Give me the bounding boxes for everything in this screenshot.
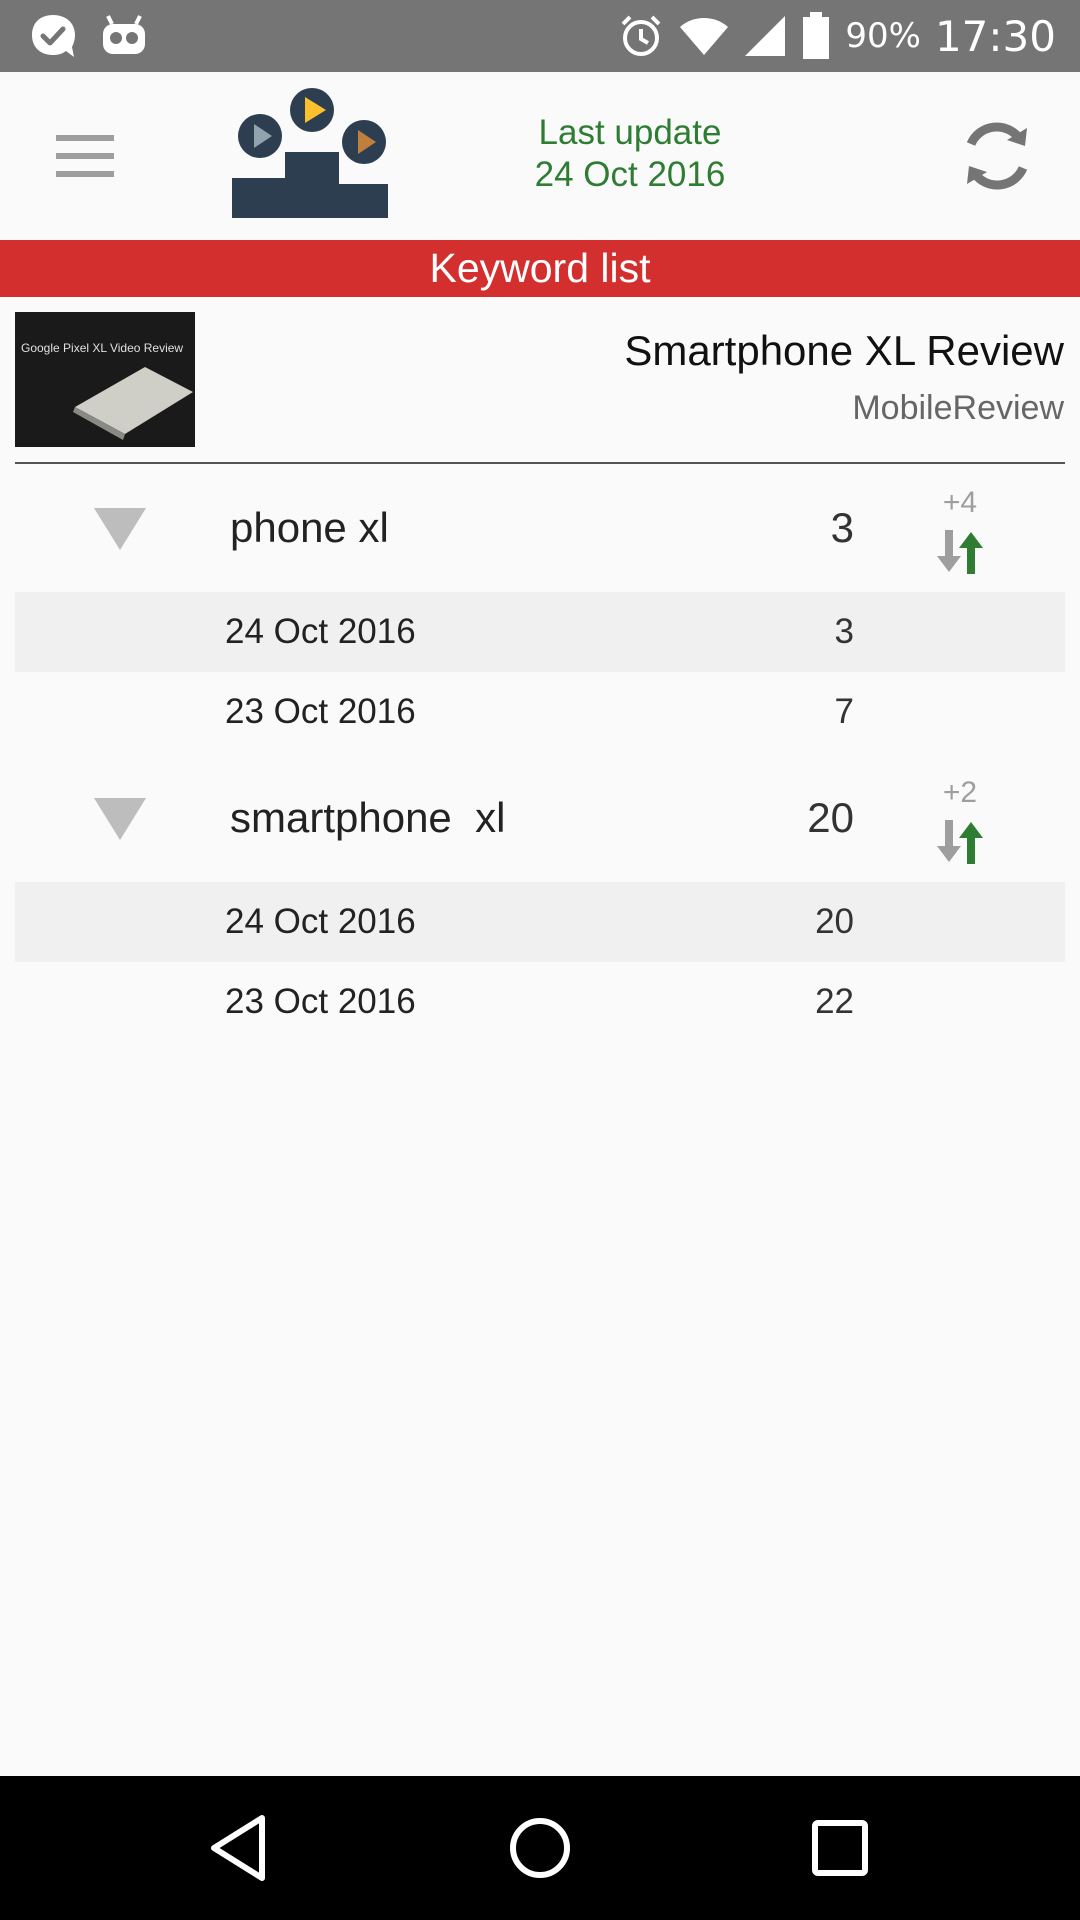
sort-up-arrows-icon: [937, 530, 983, 574]
signal-icon: [745, 16, 786, 56]
history-rank: 7: [834, 692, 854, 731]
battery-percentage: 90%: [845, 16, 921, 56]
android-debug-icon: [103, 15, 145, 54]
status-bar-system: 90% 17:30: [617, 0, 1056, 72]
history-row: 23 Oct 2016 7: [0, 672, 1080, 752]
menu-icon-bar: [56, 171, 114, 177]
history-date: 24 Oct 2016: [225, 612, 416, 651]
video-header[interactable]: Google Pixel XL Video Review Smartphone …: [0, 297, 1080, 463]
keyword-row[interactable]: smartphone xl 20 +2: [0, 754, 1080, 882]
expand-triangle-icon[interactable]: [92, 504, 148, 554]
history-date: 23 Oct 2016: [225, 692, 416, 731]
keyword-name: smartphone xl: [230, 794, 506, 841]
keyword-name: phone xl: [230, 504, 389, 551]
last-update-label: Last update: [538, 113, 722, 152]
recents-icon[interactable]: [800, 1808, 880, 1888]
rank-change: +4: [942, 486, 978, 519]
menu-icon-bar: [56, 153, 114, 159]
phone-image: [73, 367, 193, 440]
sort-up-arrows-icon: [937, 820, 983, 864]
wifi-icon: [680, 18, 729, 55]
app-logo: [232, 88, 388, 218]
history-row-bg: [15, 882, 1065, 962]
home-icon[interactable]: [500, 1808, 580, 1888]
history-row: 24 Oct 2016 3: [0, 592, 1080, 672]
keyword-row[interactable]: phone xl 3 +4: [0, 464, 1080, 592]
last-update-date: 24 Oct 2016: [534, 155, 726, 194]
history-date: 24 Oct 2016: [225, 902, 416, 941]
rank-change: +2: [942, 776, 978, 809]
expand-triangle-icon[interactable]: [92, 794, 148, 844]
alarm-icon: [621, 15, 661, 56]
last-update: Last update 24 Oct 2016: [470, 112, 790, 196]
check-bubble-icon: [32, 15, 75, 57]
keyword-list: phone xl 3 +4 24 Oct 2016 3 23 Oct 2016 …: [0, 464, 1080, 1042]
navigation-bar: [0, 1776, 1080, 1920]
battery-icon: [803, 12, 830, 59]
clock: 17:30: [934, 11, 1056, 61]
video-title: Smartphone XL Review: [624, 327, 1064, 374]
history-rank: 22: [815, 982, 854, 1021]
status-bar: 90% 17:30: [0, 0, 1080, 72]
refresh-icon[interactable]: [955, 114, 1039, 198]
history-row: 24 Oct 2016 20: [0, 882, 1080, 962]
keyword-rank: 3: [830, 504, 854, 551]
history-row-bg: [15, 592, 1065, 672]
status-bar-notifications: [28, 12, 148, 60]
keyword-list-header: Keyword list: [0, 240, 1080, 297]
history-date: 23 Oct 2016: [225, 982, 416, 1021]
history-rank: 20: [815, 902, 854, 941]
video-channel: MobileReview: [852, 389, 1064, 427]
back-icon[interactable]: [200, 1808, 280, 1888]
menu-icon: [56, 135, 114, 141]
video-thumbnail: Google Pixel XL Video Review: [15, 312, 195, 447]
menu-button[interactable]: [40, 120, 130, 192]
app-bar: Last update 24 Oct 2016: [0, 72, 1080, 240]
history-row: 23 Oct 2016 22: [0, 962, 1080, 1042]
history-rank: 3: [834, 612, 854, 651]
keyword-rank: 20: [807, 794, 854, 841]
